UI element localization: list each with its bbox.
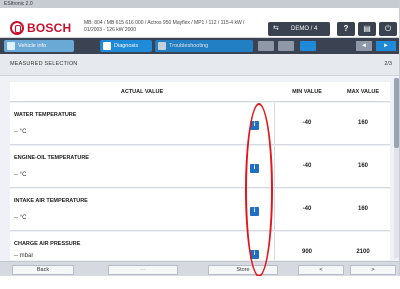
row-value: -- mbar xyxy=(14,253,34,259)
row-name: CHARGE AIR PRESSURE xyxy=(14,241,81,247)
row-value: -- °C xyxy=(14,172,27,178)
column-divider xyxy=(274,232,275,260)
row-name: WATER TEMPERATURE xyxy=(14,112,77,118)
scrollbar-thumb[interactable] xyxy=(394,78,399,148)
column-header-max: MAX VALUE xyxy=(347,89,379,95)
session-button[interactable]: ⇆ DEMO / 4 xyxy=(268,22,330,36)
row-max: 160 xyxy=(357,163,368,169)
column-header-actual: ACTUAL VALUE xyxy=(120,89,164,95)
row-max: 160 xyxy=(357,120,368,126)
toolbar-button-3[interactable] xyxy=(300,41,316,51)
nav-previous-button[interactable]: ◄ xyxy=(356,41,372,51)
tab-troubleshooting-label: Troubleshooting xyxy=(169,43,209,49)
store-button[interactable]: Store xyxy=(208,265,278,275)
tab-vehicle-info-label: Vehicle info xyxy=(18,43,47,49)
section-header: MEASURED SELECTION 2/3 xyxy=(0,54,399,76)
help-button[interactable]: ? xyxy=(337,22,355,36)
brand-name: BOSCH xyxy=(27,21,72,35)
tab-diagnosis-label: Diagnosis xyxy=(114,43,139,49)
row-value: -- °C xyxy=(14,129,27,135)
vehicle-info-line1: MB: 804 / MB 615 616 000 / Actros 950 Ma… xyxy=(84,20,245,26)
row-name: ENGINE-OIL TEMPERATURE xyxy=(14,155,89,161)
session-label: DEMO / 4 xyxy=(291,26,318,32)
vehicle-info-line2: 01/2003 - 126 kW 2000 xyxy=(84,27,136,33)
toolbar-button-1[interactable] xyxy=(258,41,274,51)
toolbar-button-2[interactable] xyxy=(278,41,294,51)
previous-page-button[interactable]: < xyxy=(298,265,344,275)
row-name: INTAKE AIR TEMPERATURE xyxy=(14,198,88,204)
row-min: 900 xyxy=(301,249,312,255)
back-button[interactable]: Back xyxy=(12,265,74,275)
red-annotation-ellipse xyxy=(245,103,273,276)
table-row[interactable]: CHARGE AIR PRESSURE -- mbar i 900 2100 xyxy=(10,232,390,260)
row-min: -40 xyxy=(302,163,312,169)
column-divider xyxy=(274,146,275,188)
diagnosis-icon xyxy=(103,42,111,50)
row-max: 2100 xyxy=(356,249,370,255)
row-max: 160 xyxy=(357,206,368,212)
table-header: ACTUAL VALUE MIN VALUE MAX VALUE xyxy=(10,82,390,102)
tab-diagnosis[interactable]: Diagnosis xyxy=(100,40,152,52)
car-icon xyxy=(7,42,15,50)
tab-bar: Vehicle info Diagnosis Troubleshooting ◄… xyxy=(0,38,399,54)
tab-vehicle-info[interactable]: Vehicle info xyxy=(4,40,74,52)
window-title: ESItronic 2.0 xyxy=(4,1,33,7)
table-row[interactable]: WATER TEMPERATURE -- °C i -40 160 xyxy=(10,103,390,145)
column-header-min: MIN VALUE xyxy=(292,89,322,95)
printer-icon[interactable]: ▤ xyxy=(358,22,376,36)
troubleshooting-icon xyxy=(158,42,166,50)
app-screen: ESItronic 2.0 BOSCH MB: 804 / MB 615 616… xyxy=(0,0,400,276)
swap-arrows-icon: ⇆ xyxy=(273,25,279,32)
window-title-bar: ESItronic 2.0 xyxy=(0,0,399,8)
bottom-bar: Back --- Store < > xyxy=(0,261,399,276)
table-row[interactable]: ENGINE-OIL TEMPERATURE -- °C i -40 160 xyxy=(10,146,390,188)
row-value: -- °C xyxy=(14,215,27,221)
row-min: -40 xyxy=(302,206,312,212)
page-count: 2/3 xyxy=(384,61,392,67)
next-page-button[interactable]: > xyxy=(350,265,396,275)
row-min: -40 xyxy=(302,120,312,126)
column-divider xyxy=(274,189,275,231)
table-row[interactable]: INTAKE AIR TEMPERATURE -- °C i -40 160 xyxy=(10,189,390,231)
vehicle-info: MB: 804 / MB 615 616 000 / Actros 950 Ma… xyxy=(84,20,264,34)
scrollbar[interactable] xyxy=(394,78,399,258)
nav-next-button[interactable]: ► xyxy=(376,41,396,51)
bosch-logo-icon xyxy=(10,21,24,35)
power-icon[interactable]: ⏻ xyxy=(379,22,397,36)
section-title: MEASURED SELECTION xyxy=(10,61,78,67)
tab-troubleshooting[interactable]: Troubleshooting xyxy=(155,40,253,52)
column-divider xyxy=(274,103,275,145)
disabled-button: --- xyxy=(108,265,178,275)
header-bar: BOSCH MB: 804 / MB 615 616 000 / Actros … xyxy=(0,8,399,38)
